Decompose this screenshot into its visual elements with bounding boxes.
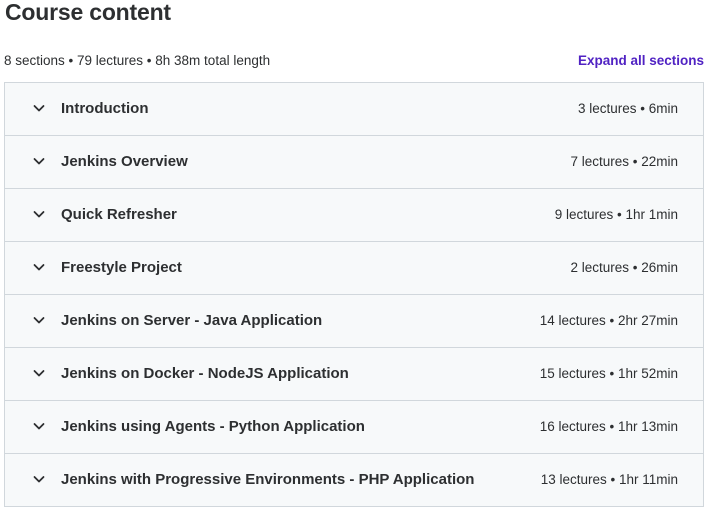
chevron-down-icon (31, 418, 47, 434)
section-title: Jenkins Overview (61, 153, 188, 170)
section-meta: 2 lectures • 26min (570, 260, 678, 275)
section-meta: 13 lectures • 1hr 11min (540, 472, 678, 487)
section-title: Introduction (61, 100, 149, 117)
page-title: Course content (5, 0, 171, 25)
chevron-down-icon (31, 312, 47, 328)
chevron-down-icon (31, 365, 47, 381)
chevron-down-icon (31, 153, 47, 169)
section-accordion-jenkins-on-server[interactable]: Jenkins on Server - Java Application 14 … (5, 295, 703, 348)
section-accordion-quick-refresher[interactable]: Quick Refresher 9 lectures • 1hr 1min (5, 189, 703, 242)
section-list: Introduction 3 lectures • 6min Jenkins O… (4, 82, 704, 507)
section-meta: 14 lectures • 2hr 27min (539, 313, 678, 328)
expand-all-sections-button[interactable]: Expand all sections (578, 52, 704, 70)
section-title: Quick Refresher (61, 206, 177, 223)
section-accordion-jenkins-using-agents[interactable]: Jenkins using Agents - Python Applicatio… (5, 401, 703, 454)
chevron-down-icon (31, 471, 47, 487)
section-title: Jenkins using Agents - Python Applicatio… (61, 418, 365, 435)
section-title: Jenkins on Docker - NodeJS Application (61, 365, 349, 382)
course-summary: 8 sections • 79 lectures • 8h 38m total … (4, 53, 271, 68)
chevron-down-icon (31, 100, 47, 116)
section-meta: 15 lectures • 1hr 52min (539, 366, 678, 381)
course-summary-row: 8 sections • 79 lectures • 8h 38m total … (4, 52, 704, 72)
section-meta: 9 lectures • 1hr 1min (554, 207, 678, 222)
section-accordion-jenkins-on-docker[interactable]: Jenkins on Docker - NodeJS Application 1… (5, 348, 703, 401)
section-meta: 7 lectures • 22min (570, 154, 678, 169)
section-accordion-introduction[interactable]: Introduction 3 lectures • 6min (5, 83, 703, 136)
section-title: Jenkins on Server - Java Application (61, 312, 323, 329)
section-accordion-freestyle-project[interactable]: Freestyle Project 2 lectures • 26min (5, 242, 703, 295)
section-meta: 16 lectures • 1hr 13min (539, 419, 678, 434)
chevron-down-icon (31, 259, 47, 275)
section-accordion-jenkins-progressive-environments[interactable]: Jenkins with Progressive Environments - … (5, 454, 703, 507)
section-title: Jenkins with Progressive Environments - … (61, 471, 475, 488)
chevron-down-icon (31, 206, 47, 222)
section-meta: 3 lectures • 6min (577, 101, 678, 116)
section-title: Freestyle Project (61, 259, 182, 276)
section-accordion-jenkins-overview[interactable]: Jenkins Overview 7 lectures • 22min (5, 136, 703, 189)
